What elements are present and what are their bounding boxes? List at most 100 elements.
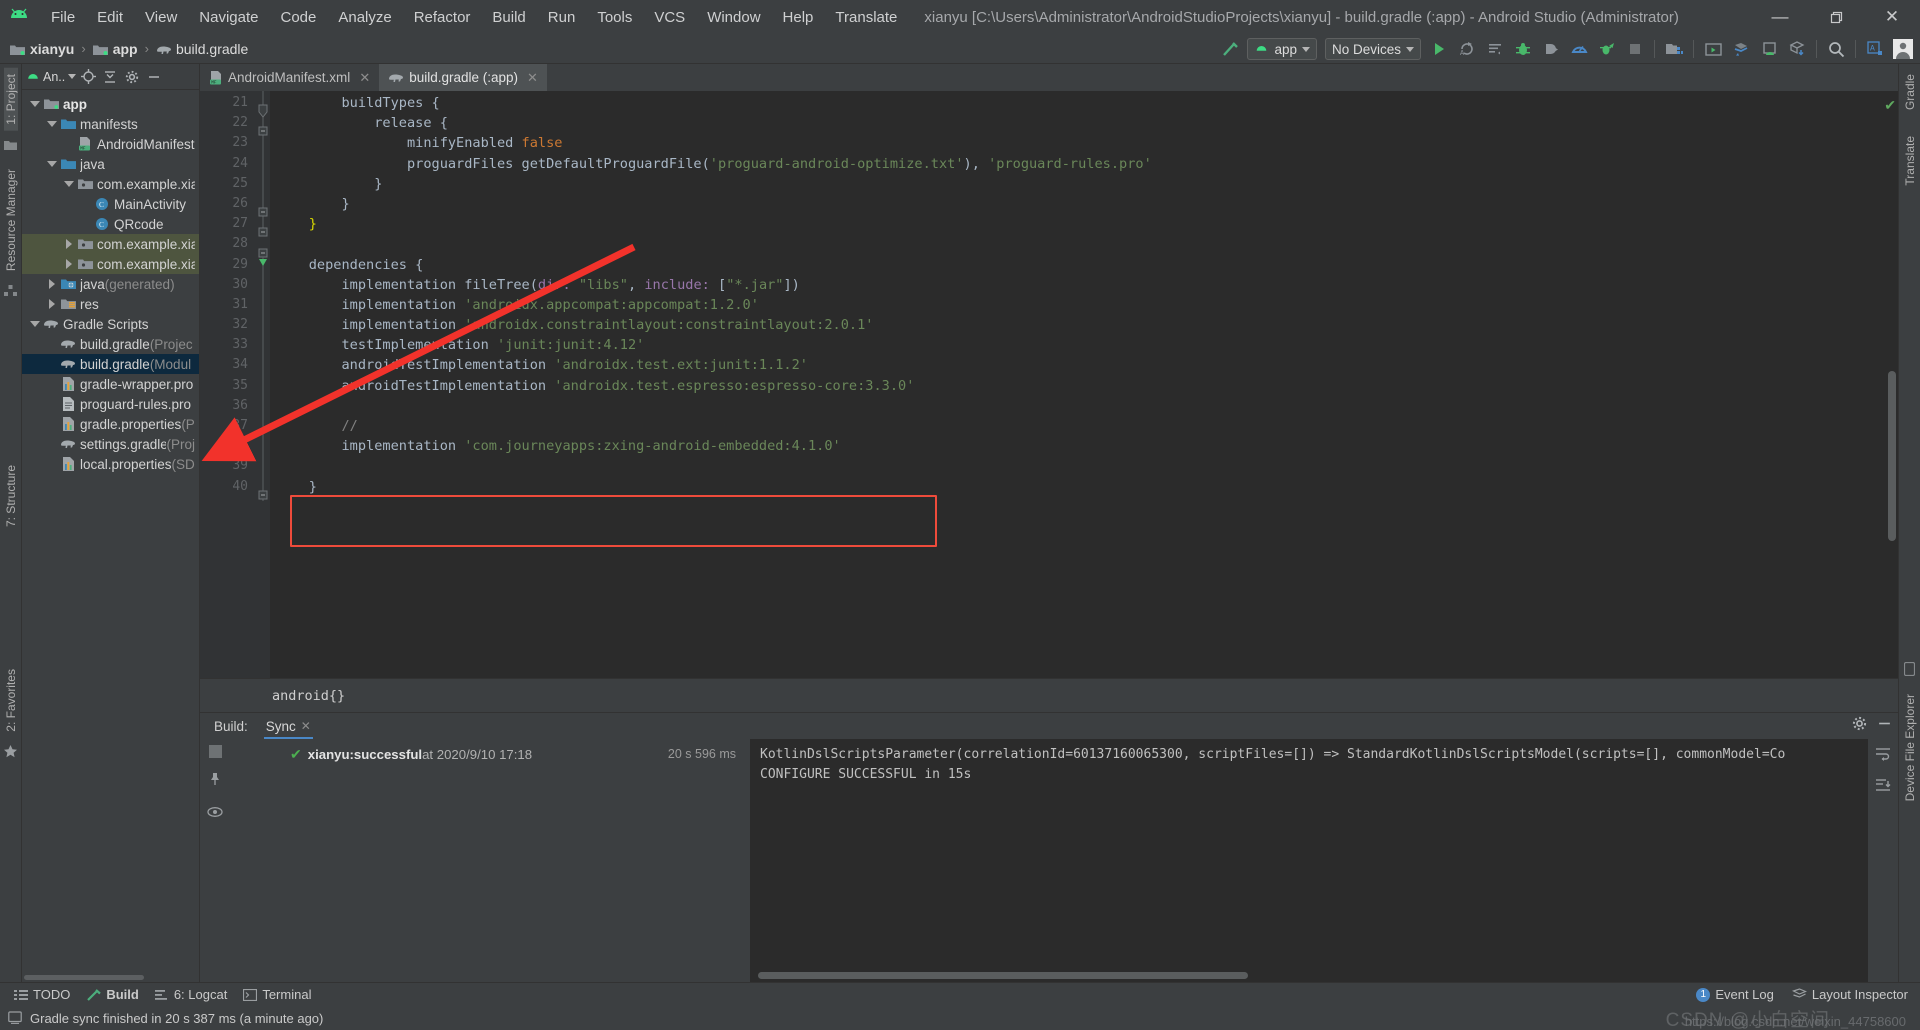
rail-tab-project[interactable]: 1: Project bbox=[4, 68, 18, 131]
tree-item-build-gradle[interactable]: build.gradle (Projec bbox=[22, 334, 199, 354]
settings-gear-icon[interactable] bbox=[1852, 716, 1867, 736]
project-view-selector[interactable]: An.. bbox=[26, 70, 76, 84]
rail-tab-structure[interactable]: 7: Structure bbox=[4, 459, 18, 533]
chevron-down-icon[interactable] bbox=[45, 161, 59, 167]
menu-edit[interactable]: Edit bbox=[86, 7, 134, 28]
code-line[interactable] bbox=[270, 234, 1884, 254]
attach-debugger-icon[interactable] bbox=[1538, 36, 1564, 62]
chevron-down-icon[interactable] bbox=[28, 321, 42, 327]
chevron-down-icon[interactable] bbox=[62, 181, 76, 187]
code-folding-gutter[interactable] bbox=[256, 91, 270, 678]
search-everywhere-icon[interactable] bbox=[1823, 36, 1849, 62]
code-line[interactable]: } bbox=[270, 194, 1884, 214]
toolwindow-layout-inspector[interactable]: Layout Inspector bbox=[1792, 987, 1908, 1002]
tree-item-com-example-xia[interactable]: com.example.xia bbox=[22, 174, 199, 194]
tree-item-app[interactable]: app bbox=[22, 94, 199, 114]
scroll-to-end-icon[interactable] bbox=[1875, 778, 1891, 797]
apply-code-changes-icon[interactable] bbox=[1482, 36, 1508, 62]
tree-item-mainactivity[interactable]: CMainActivity bbox=[22, 194, 199, 214]
tree-item-gradle-properties[interactable]: gradle.properties (P bbox=[22, 414, 199, 434]
menu-vcs[interactable]: VCS bbox=[643, 7, 696, 28]
close-icon[interactable]: ✕ bbox=[301, 719, 311, 733]
debug-icon[interactable] bbox=[1510, 36, 1536, 62]
editor-tab-build-gradle-app[interactable]: build.gradle (:app)✕ bbox=[379, 64, 547, 91]
apk-analyzer-icon[interactable] bbox=[1784, 36, 1810, 62]
code-line[interactable]: buildTypes { bbox=[270, 93, 1884, 113]
tree-item-local-properties[interactable]: local.properties (SD bbox=[22, 454, 199, 474]
tree-item-proguard-rules-pro[interactable]: proguard-rules.pro bbox=[22, 394, 199, 414]
project-panel-hscrollbar[interactable] bbox=[22, 973, 199, 982]
menu-refactor[interactable]: Refactor bbox=[403, 7, 482, 28]
breadcrumb-file[interactable]: build.gradle bbox=[176, 41, 248, 57]
menu-navigate[interactable]: Navigate bbox=[188, 7, 269, 28]
tree-item-manifests[interactable]: manifests bbox=[22, 114, 199, 134]
settings-gear-icon[interactable] bbox=[122, 67, 142, 87]
code-line[interactable]: } bbox=[270, 214, 1884, 234]
code-line[interactable]: proguardFiles getDefaultProguardFile('pr… bbox=[270, 154, 1884, 174]
build-log-console[interactable]: KotlinDslScriptsParameter(correlationId=… bbox=[750, 739, 1868, 982]
avd-manager-icon[interactable] bbox=[1700, 36, 1726, 62]
profiler-icon[interactable] bbox=[1566, 36, 1592, 62]
code-line[interactable]: testImplementation 'junit:junit:4.12' bbox=[270, 335, 1884, 355]
tree-item-gradle-wrapper-pro[interactable]: gradle-wrapper.pro bbox=[22, 374, 199, 394]
toolwindow-logcat[interactable]: 6: Logcat bbox=[155, 987, 228, 1002]
project-structure-icon[interactable] bbox=[4, 284, 17, 302]
chevron-right-icon[interactable] bbox=[45, 279, 59, 289]
breadcrumb-project[interactable]: xianyu bbox=[30, 41, 74, 57]
tree-item-res[interactable]: res bbox=[22, 294, 199, 314]
menu-analyze[interactable]: Analyze bbox=[327, 7, 402, 28]
tree-item-gradle-scripts[interactable]: Gradle Scripts bbox=[22, 314, 199, 334]
code-line[interactable]: // bbox=[270, 416, 1884, 436]
rail-tab-device-file-explorer[interactable]: Device File Explorer bbox=[1903, 688, 1917, 807]
toolwindow-todo[interactable]: TODO bbox=[14, 987, 70, 1002]
profile-debug-icon[interactable] bbox=[1594, 36, 1620, 62]
tree-item-qrcode[interactable]: CQRcode bbox=[22, 214, 199, 234]
menu-view[interactable]: View bbox=[134, 7, 188, 28]
chevron-down-icon[interactable] bbox=[28, 101, 42, 107]
translate-icon[interactable]: A bbox=[1862, 36, 1888, 62]
menu-run[interactable]: Run bbox=[537, 7, 587, 28]
vertical-scroll-thumb[interactable] bbox=[1888, 371, 1896, 541]
code-line[interactable]: } bbox=[270, 174, 1884, 194]
build-result-row[interactable]: ✔ xianyu: successful at 2020/9/10 17:18 … bbox=[230, 744, 750, 764]
stop-icon[interactable] bbox=[1622, 36, 1648, 62]
code-line[interactable]: androidTestImplementation 'androidx.test… bbox=[270, 355, 1884, 375]
build-result-tree[interactable]: ✔ xianyu: successful at 2020/9/10 17:18 … bbox=[230, 739, 750, 982]
tree-item-com-example-xia[interactable]: com.example.xia bbox=[22, 234, 199, 254]
code-line[interactable]: implementation 'androidx.appcompat:appco… bbox=[270, 295, 1884, 315]
code-line[interactable] bbox=[270, 456, 1884, 476]
close-icon[interactable]: ✕ bbox=[527, 70, 538, 86]
editor-scrollbar[interactable]: ✔ bbox=[1884, 91, 1898, 678]
collapse-all-icon[interactable] bbox=[100, 67, 120, 87]
menu-file[interactable]: File bbox=[40, 7, 86, 28]
rail-tab-resource-manager[interactable]: Resource Manager bbox=[4, 163, 18, 277]
toolwindow-build[interactable]: Build bbox=[86, 987, 139, 1002]
stop-icon[interactable] bbox=[209, 745, 222, 758]
rail-tab-translate[interactable]: Translate bbox=[1903, 130, 1917, 192]
pin-icon[interactable] bbox=[208, 772, 222, 791]
close-icon[interactable]: ✕ bbox=[359, 70, 370, 86]
code-line[interactable]: androidTestImplementation 'androidx.test… bbox=[270, 376, 1884, 396]
code-line[interactable]: } bbox=[270, 477, 1884, 497]
hide-panel-icon[interactable] bbox=[1877, 716, 1892, 736]
code-line[interactable]: dependencies { bbox=[270, 255, 1884, 275]
code-line[interactable]: implementation 'com.journeyapps:zxing-an… bbox=[270, 436, 1884, 456]
tree-item-settings-gradle[interactable]: settings.gradle (Proj bbox=[22, 434, 199, 454]
minimize-button[interactable]: — bbox=[1752, 0, 1808, 34]
run-configuration-selector[interactable]: app bbox=[1247, 38, 1317, 60]
breadcrumb-module[interactable]: app bbox=[113, 41, 138, 57]
tree-item-androidmanifest[interactable]: MFAndroidManifest bbox=[22, 134, 199, 154]
code-line[interactable]: release { bbox=[270, 113, 1884, 133]
editor-tab-androidmanifest-xml[interactable]: MFAndroidManifest.xml✕ bbox=[200, 64, 379, 91]
toolwindow-event-log[interactable]: 1 Event Log bbox=[1696, 987, 1774, 1002]
device-selector[interactable]: No Devices bbox=[1325, 38, 1421, 60]
project-file-tree[interactable]: appmanifestsMFAndroidManifestjavacom.exa… bbox=[22, 90, 199, 973]
hide-panel-icon[interactable] bbox=[144, 67, 164, 87]
toolwindow-terminal[interactable]: Terminal bbox=[243, 987, 311, 1002]
rail-tab-gradle[interactable]: Gradle bbox=[1903, 68, 1917, 116]
favorites-star-icon[interactable] bbox=[4, 745, 17, 763]
close-button[interactable]: ✕ bbox=[1864, 0, 1920, 34]
code-text[interactable]: buildTypes { release { minifyEnabled fal… bbox=[270, 91, 1884, 678]
code-line[interactable] bbox=[270, 396, 1884, 416]
chevron-right-icon[interactable] bbox=[62, 259, 76, 269]
